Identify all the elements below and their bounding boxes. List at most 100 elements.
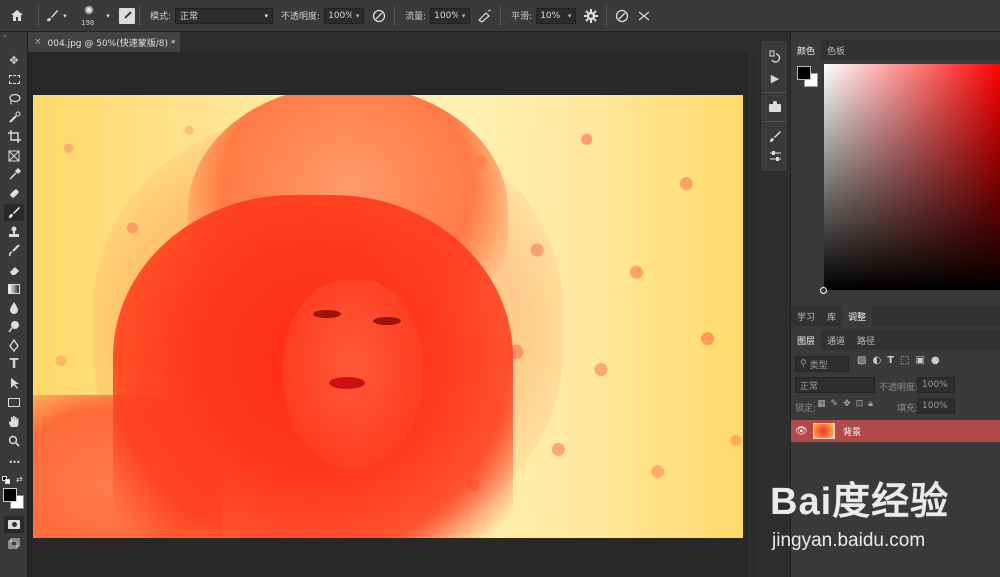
eraser-tool-icon[interactable] (4, 261, 24, 278)
smoothing-input[interactable]: 10% (536, 7, 565, 24)
layer-opacity-label: 不透明度: (879, 383, 919, 393)
flow-input[interactable]: 100% (430, 7, 460, 24)
options-bar: ▾ 198 ▾ 模式: 正常 ▾ 不透明度: 100% ▾ 流量: 100% ▾… (0, 0, 1000, 32)
path-selection-tool-icon[interactable] (4, 375, 24, 392)
mode-select[interactable]: 正常 ▾ (175, 7, 274, 24)
zoom-tool-icon[interactable] (4, 432, 24, 449)
panel-collapse-icon[interactable]: » (3, 33, 7, 40)
actions-play-icon[interactable]: ▶ (765, 69, 785, 87)
quick-mask-icon[interactable] (4, 516, 24, 533)
color-panel-foreground-swatch[interactable] (797, 66, 811, 80)
tab-libraries[interactable]: 库 (821, 306, 842, 326)
flow-dropdown[interactable]: ▾ (458, 7, 471, 24)
tab-channels[interactable]: 通道 (821, 330, 851, 350)
collapsed-panel-dock: ▶ (760, 40, 788, 172)
home-icon[interactable] (0, 0, 34, 32)
lock-image-icon[interactable]: ✎ (831, 399, 839, 409)
tools-panel: » ✥ T ••• ⇄ (0, 32, 28, 577)
layer-opacity-input[interactable]: 100% (917, 377, 955, 393)
adjust-sliders-icon[interactable] (765, 147, 785, 165)
photo-eye-left (313, 310, 341, 318)
type-tool-icon[interactable]: T (4, 356, 24, 373)
symmetry-icon[interactable] (633, 6, 655, 26)
smart-object-filter-icon[interactable]: ▣ (915, 355, 924, 366)
eye-icon[interactable]: 👁︎ (795, 426, 809, 437)
type-filter-icon[interactable]: T (887, 355, 894, 366)
edit-toolbar-icon[interactable]: ••• (4, 454, 24, 471)
lock-position-icon[interactable]: ✥ (843, 399, 851, 409)
tab-adjustments[interactable]: 调整 (842, 306, 873, 326)
flow-label: 流量: (405, 12, 427, 22)
rectangle-tool-icon[interactable] (4, 394, 24, 411)
document-tab[interactable]: × 004.jpg @ 50%(快速蒙版/8) * (28, 32, 180, 52)
clone-stamp-tool-icon[interactable] (4, 223, 24, 240)
gradient-tool-icon[interactable] (4, 280, 24, 297)
watermark-logo: Bai度经验 (770, 481, 950, 523)
brush-size-label: 198 (81, 18, 95, 27)
history-panel-icon[interactable] (765, 47, 785, 65)
brush-icon[interactable] (43, 7, 61, 25)
brush-tool-icon[interactable] (4, 204, 24, 221)
airbrush-icon[interactable] (474, 6, 496, 26)
document-canvas[interactable] (33, 95, 743, 538)
chevron-down-icon: ▾ (264, 11, 269, 20)
layer-name: 背景 (843, 427, 862, 438)
tab-learn[interactable]: 学习 (791, 306, 821, 326)
watermark-url: jingyan.baidu.com (772, 530, 926, 551)
crop-tool-icon[interactable] (4, 128, 24, 145)
fill-label: 填充: (897, 404, 919, 414)
smoothing-dropdown[interactable]: ▾ (564, 7, 577, 24)
pressure-opacity-icon[interactable] (368, 6, 390, 26)
foreground-color-swatch[interactable] (3, 488, 17, 502)
lasso-tool-icon[interactable] (4, 90, 24, 107)
color-picker-cursor[interactable] (820, 287, 827, 294)
fill-input[interactable]: 100% (917, 398, 955, 414)
chevron-down-icon[interactable]: ▾ (103, 12, 113, 20)
layer-row[interactable]: 👁︎ 背景 (791, 420, 1000, 442)
eyedropper-tool-icon[interactable] (4, 166, 24, 183)
adjustment-filter-icon[interactable]: ◐ (872, 355, 881, 366)
opacity-input[interactable]: 100% (324, 7, 354, 24)
pressure-size-icon[interactable] (611, 6, 633, 26)
opacity-dropdown[interactable]: ▾ (352, 7, 365, 24)
history-brush-tool-icon[interactable] (4, 242, 24, 259)
filter-toggle-icon[interactable]: ● (931, 355, 940, 366)
swap-colors-icon[interactable]: ⇄ (16, 475, 23, 484)
blend-mode-select[interactable]: 正常 (795, 377, 875, 393)
hand-tool-icon[interactable] (4, 413, 24, 430)
close-icon[interactable]: × (34, 37, 42, 47)
move-tool-icon[interactable]: ✥ (4, 52, 24, 69)
brush-tip-icon (84, 4, 94, 15)
brush-settings-icon[interactable] (119, 7, 135, 24)
smoothing-label: 平滑: (511, 12, 533, 22)
marquee-tool-icon[interactable] (4, 71, 24, 88)
lock-artboard-icon[interactable]: ⊡ (856, 399, 864, 409)
shape-filter-icon[interactable]: ⬚ (900, 355, 909, 366)
tab-layers[interactable]: 图层 (791, 330, 822, 350)
pen-tool-icon[interactable] (4, 337, 24, 354)
divider (500, 5, 502, 26)
default-colors-icon[interactable] (2, 476, 10, 484)
lock-transparent-icon[interactable]: ▦ (817, 399, 826, 409)
healing-brush-tool-icon[interactable] (4, 185, 24, 202)
tab-paths[interactable]: 路径 (851, 330, 881, 350)
screen-mode-icon[interactable] (4, 535, 24, 552)
dodge-tool-icon[interactable] (4, 318, 24, 335)
vertical-scrollbar[interactable] (746, 52, 756, 577)
color-picker-field[interactable] (820, 64, 1000, 294)
tab-color[interactable]: 颜色 (791, 40, 822, 60)
quick-selection-tool-icon[interactable] (4, 109, 24, 126)
chevron-down-icon[interactable]: ▾ (61, 12, 69, 20)
image-filter-icon[interactable]: ▧ (857, 355, 866, 366)
frame-tool-icon[interactable] (4, 147, 24, 164)
brush-preset-picker[interactable]: 198 (77, 1, 103, 31)
tab-swatches[interactable]: 色板 (821, 40, 851, 60)
gear-icon[interactable] (580, 6, 602, 26)
layer-filter-select[interactable]: ⚲ 类型 (795, 356, 849, 372)
blend-mode-value: 正常 (800, 381, 819, 392)
lock-all-icon[interactable]: 🔒︎ (868, 399, 873, 409)
character-panel-icon[interactable] (765, 97, 785, 115)
brush-settings-panel-icon[interactable] (765, 127, 785, 145)
document-tab-bar: × 004.jpg @ 50%(快速蒙版/8) * (28, 32, 756, 52)
blur-tool-icon[interactable] (4, 299, 24, 316)
